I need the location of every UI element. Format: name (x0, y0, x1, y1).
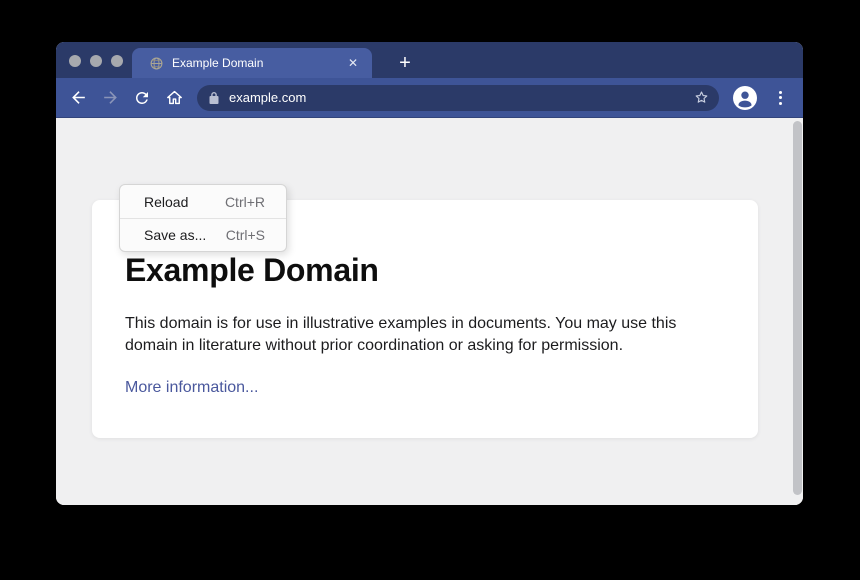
menu-dot-icon (779, 102, 782, 105)
scrollbar-thumb[interactable] (793, 121, 802, 495)
tab-title: Example Domain (172, 56, 346, 70)
profile-avatar-icon[interactable] (732, 85, 758, 111)
context-menu-item-save-as[interactable]: Save as... Ctrl+S (120, 218, 286, 251)
context-menu-item-reload[interactable]: Reload Ctrl+R (120, 185, 286, 218)
browser-menu-button[interactable] (771, 85, 789, 111)
page-heading: Example Domain (125, 253, 718, 287)
forward-arrow-icon (101, 88, 120, 107)
globe-favicon-icon (150, 57, 163, 70)
window-zoom-button[interactable] (111, 55, 123, 67)
context-menu: Reload Ctrl+R Save as... Ctrl+S (119, 184, 287, 252)
address-bar[interactable]: example.com (197, 85, 719, 111)
macos-window-controls (69, 55, 123, 67)
menu-dot-icon (779, 91, 782, 94)
browser-window: Example Domain ✕ + (56, 42, 803, 505)
tab-close-icon[interactable]: ✕ (346, 55, 360, 71)
reload-icon (133, 89, 151, 107)
window-minimize-button[interactable] (90, 55, 102, 67)
browser-tab[interactable]: Example Domain ✕ (132, 48, 372, 78)
scrollbar[interactable] (792, 119, 803, 505)
reload-button[interactable] (126, 82, 158, 114)
browser-toolbar: example.com (56, 78, 803, 118)
home-button[interactable] (158, 82, 190, 114)
titlebar: Example Domain ✕ + (56, 42, 803, 78)
more-information-link[interactable]: More information... (125, 379, 258, 397)
back-arrow-icon (69, 88, 88, 107)
url-text[interactable]: example.com (229, 90, 693, 105)
menu-item-label: Reload (144, 194, 188, 210)
home-icon (165, 88, 184, 107)
back-button[interactable] (62, 82, 94, 114)
lock-icon (208, 91, 220, 105)
page-paragraph: This domain is for use in illustrative e… (125, 313, 713, 357)
menu-item-label: Save as... (144, 227, 206, 243)
menu-dot-icon (779, 96, 782, 99)
window-close-button[interactable] (69, 55, 81, 67)
page-viewport: Example Domain This domain is for use in… (56, 119, 803, 505)
bookmark-star-icon[interactable] (693, 89, 710, 106)
forward-button[interactable] (94, 82, 126, 114)
new-tab-button[interactable]: + (390, 48, 420, 78)
menu-item-shortcut: Ctrl+R (225, 194, 265, 210)
menu-item-shortcut: Ctrl+S (226, 227, 265, 243)
